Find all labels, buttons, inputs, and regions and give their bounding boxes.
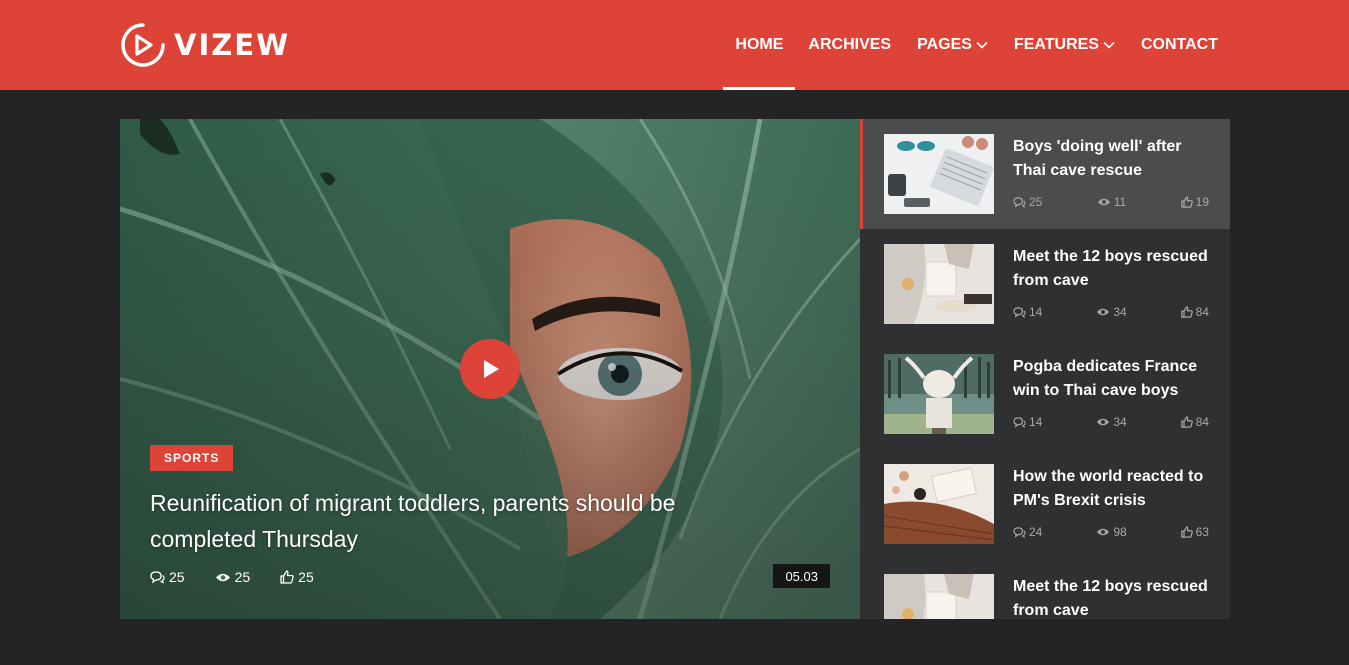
views-value: 34 [1113, 305, 1127, 319]
likes-value: 63 [1195, 525, 1209, 539]
playlist-thumbnail [884, 354, 994, 434]
playlist-thumbnail [884, 244, 994, 324]
featured-title[interactable]: Reunification of migrant toddlers, paren… [150, 485, 750, 557]
likes-count: 84 [1180, 305, 1209, 319]
playlist-item[interactable]: Boys 'doing well' after Thai cave rescue… [860, 119, 1230, 229]
play-icon [484, 360, 499, 378]
playlist-item[interactable]: Pogba dedicates France win to Thai cave … [860, 339, 1230, 449]
site-logo[interactable]: VIZEW [120, 22, 290, 68]
featured-meta: 25 25 25 [150, 569, 314, 585]
likes-value: 25 [298, 569, 314, 585]
likes-value: 19 [1195, 195, 1209, 209]
playlist-thumbnail [884, 574, 994, 619]
likes-value: 84 [1195, 415, 1209, 429]
views-count: 11 [1097, 195, 1126, 209]
nav-item-label: ARCHIVES [808, 36, 892, 53]
views-value: 98 [1113, 525, 1127, 539]
comments-value: 14 [1029, 305, 1043, 319]
playlist-item-title: Meet the 12 boys rescued from cave [1013, 578, 1208, 619]
nav-item-label: PAGES [917, 36, 972, 53]
likes-count: 63 [1180, 525, 1209, 539]
views-count: 98 [1096, 525, 1127, 539]
nav-item-contact[interactable]: CONTACT [1128, 0, 1231, 90]
eye-icon [1097, 308, 1110, 316]
views-value: 25 [234, 569, 251, 585]
playlist-item-title: Meet the 12 boys rescued from cave [1013, 248, 1208, 289]
category-badge[interactable]: SPORTS [150, 445, 234, 471]
playlist-item[interactable]: How the world reacted to PM's Brexit cri… [860, 449, 1230, 559]
views-value: 11 [1113, 195, 1127, 209]
thumbs-up-icon [1180, 526, 1193, 538]
nav-item-pages[interactable]: PAGES [904, 0, 1001, 90]
nav-item-label: CONTACT [1140, 36, 1218, 53]
likes-count: 25 [280, 569, 314, 585]
comments-count: 14 [1013, 415, 1042, 429]
comments-icon [1013, 526, 1026, 538]
play-circle-icon [121, 23, 165, 67]
playlist-item-title: Boys 'doing well' after Thai cave rescue [1013, 138, 1182, 179]
playlist-thumbnail [884, 134, 994, 214]
playlist-item-title: How the world reacted to PM's Brexit cri… [1013, 468, 1204, 509]
video-duration: 05.03 [773, 564, 830, 588]
views-count: 34 [1096, 415, 1127, 429]
main-nav: HOME ARCHIVES PAGES FEATURES CONTACT [723, 0, 1231, 90]
thumbs-up-icon [280, 570, 294, 584]
comments-icon [1013, 416, 1026, 428]
nav-item-features[interactable]: FEATURES [1001, 0, 1128, 90]
eye-icon [215, 573, 230, 581]
playlist-item-meta: 14 34 84 [1013, 305, 1209, 319]
thumbs-up-icon [1180, 196, 1193, 208]
likes-count: 84 [1180, 415, 1209, 429]
eye-icon [1097, 528, 1110, 536]
comments-icon [1013, 196, 1026, 208]
comments-value: 14 [1029, 415, 1043, 429]
comments-count: 25 [1013, 195, 1042, 209]
playlist-item-meta: 25 11 19 [1013, 195, 1209, 209]
views-value: 34 [1113, 415, 1127, 429]
comments-count: 25 [150, 569, 185, 585]
play-button[interactable] [460, 339, 520, 399]
playlist-item-title: Pogba dedicates France win to Thai cave … [1013, 358, 1198, 399]
chevron-down-icon [976, 41, 988, 49]
featured-video[interactable]: SPORTS Reunification of migrant toddlers… [120, 119, 860, 619]
nav-item-home[interactable]: HOME [723, 0, 796, 90]
site-header: VIZEW HOME ARCHIVES PAGES FEATURES CONTA… [0, 0, 1349, 90]
thumbs-up-icon [1180, 416, 1193, 428]
video-playlist: Boys 'doing well' after Thai cave rescue… [860, 119, 1230, 619]
views-count: 34 [1096, 305, 1127, 319]
comments-value: 24 [1029, 525, 1043, 539]
comments-icon [150, 570, 165, 584]
nav-item-archives[interactable]: ARCHIVES [795, 0, 904, 90]
eye-icon [1097, 418, 1110, 426]
comments-count: 14 [1013, 305, 1042, 319]
eye-icon [1097, 198, 1110, 206]
playlist-item[interactable]: Meet the 12 boys rescued from cave 14 34… [860, 229, 1230, 339]
comments-icon [1013, 306, 1026, 318]
comments-value: 25 [1029, 195, 1043, 209]
playlist-thumbnail [884, 464, 994, 544]
views-count: 25 [215, 569, 251, 585]
nav-item-label: HOME [735, 36, 784, 53]
comments-count: 24 [1013, 525, 1042, 539]
thumbs-up-icon [1180, 306, 1193, 318]
playlist-item-meta: 14 34 84 [1013, 415, 1209, 429]
likes-value: 84 [1195, 305, 1209, 319]
comments-value: 25 [169, 569, 185, 585]
playlist-item[interactable]: Meet the 12 boys rescued from cave [860, 559, 1230, 619]
playlist-item-meta: 24 98 63 [1013, 525, 1209, 539]
chevron-down-icon [1103, 41, 1115, 49]
nav-item-label: FEATURES [1013, 36, 1099, 53]
likes-count: 19 [1180, 195, 1209, 209]
logo-text: VIZEW [174, 28, 291, 62]
